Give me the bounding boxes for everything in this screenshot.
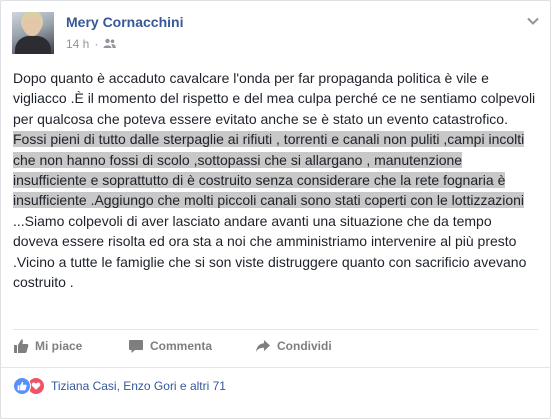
meta-separator: · bbox=[94, 37, 99, 51]
thumbs-up-icon bbox=[13, 338, 29, 354]
post-timestamp[interactable]: 14 h bbox=[66, 37, 89, 51]
comment-label: Commenta bbox=[150, 339, 213, 353]
post-text-part2: ...Siamo colpevoli di aver lasciato anda… bbox=[13, 212, 527, 291]
share-arrow-icon bbox=[255, 338, 271, 354]
share-label: Condividi bbox=[277, 339, 332, 353]
chevron-down-icon[interactable] bbox=[526, 13, 540, 25]
avatar-body bbox=[15, 36, 51, 54]
action-bar: Mi piace Commenta Condividi bbox=[13, 338, 538, 360]
friends-icon[interactable] bbox=[103, 37, 117, 51]
post-text-part1: Dopo quanto è accaduto cavalcare l'onda … bbox=[13, 70, 536, 127]
reactions-top-divider bbox=[1, 367, 550, 368]
comment-button[interactable]: Commenta bbox=[128, 338, 212, 354]
comment-icon bbox=[128, 338, 144, 354]
like-label: Mi piace bbox=[35, 339, 83, 353]
avatar-head bbox=[23, 16, 41, 36]
avatar[interactable] bbox=[12, 12, 54, 54]
reaction-names[interactable]: Tiziana Casi, Enzo Gori e altri 71 bbox=[51, 379, 226, 393]
like-button[interactable]: Mi piace bbox=[13, 338, 82, 354]
author-name[interactable]: Mery Cornacchini bbox=[66, 14, 183, 30]
post-text-highlighted: Fossi pieni di tutto dalle sterpaglie ai… bbox=[13, 131, 525, 209]
reactions-summary[interactable]: Tiziana Casi, Enzo Gori e altri 71 bbox=[13, 377, 226, 395]
actions-top-divider bbox=[13, 329, 538, 330]
post-card: Mery Cornacchini 14 h · Dopo quanto è ac… bbox=[0, 0, 551, 419]
post-text: Dopo quanto è accaduto cavalcare l'onda … bbox=[13, 68, 538, 292]
share-button[interactable]: Condividi bbox=[255, 338, 332, 354]
like-icon bbox=[13, 377, 31, 395]
post-meta: 14 h · bbox=[66, 37, 117, 51]
